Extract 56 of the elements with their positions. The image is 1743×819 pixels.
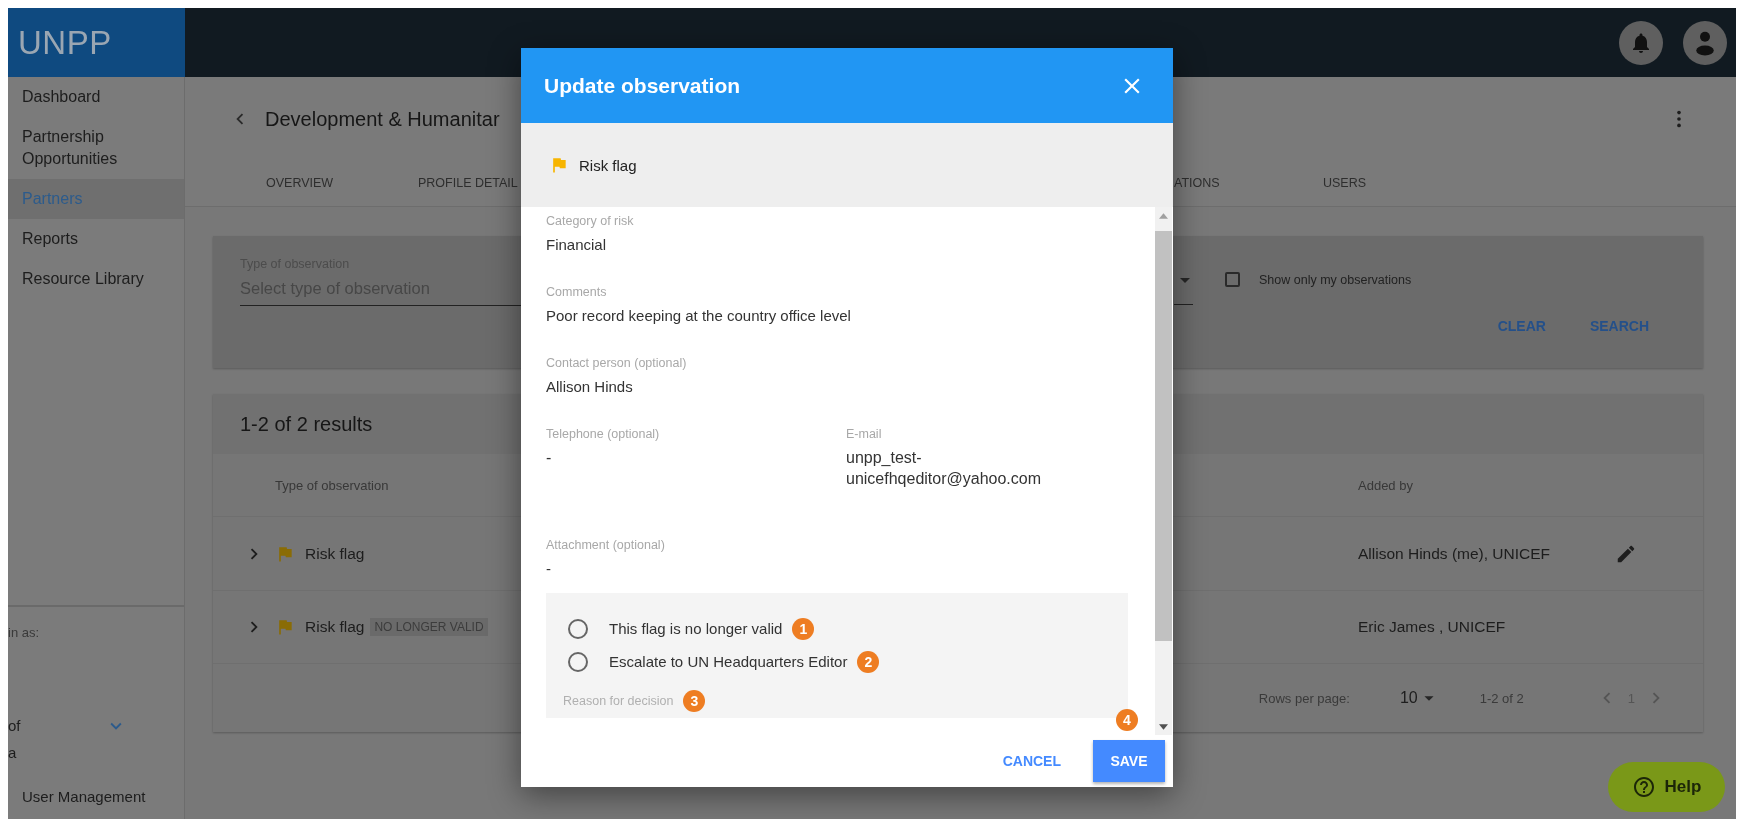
field-label: Attachment (optional) <box>546 537 666 553</box>
rows-per-page-label: Rows per page: <box>1258 690 1350 706</box>
field-value: Financial <box>546 235 608 255</box>
tab[interactable]: ATIONS <box>1174 172 1220 196</box>
page-range: 1-2 of 2 <box>1479 690 1524 706</box>
scrollbar[interactable] <box>1155 207 1172 735</box>
help-icon <box>1631 775 1656 799</box>
radio-label: Escalate to UN Headquarters Editor <box>609 653 848 670</box>
notifications-button[interactable] <box>1619 20 1663 65</box>
nav-item[interactable]: User Management <box>8 780 184 813</box>
organization-name: a <box>8 743 18 763</box>
field-label: E-mail <box>846 426 883 442</box>
dialog-title: Update observation <box>544 73 741 98</box>
tab[interactable]: USERS <box>1323 172 1367 196</box>
radio-button[interactable] <box>568 618 588 639</box>
account-label: in as: <box>8 624 41 640</box>
rows-per-page-value[interactable]: 10 <box>1399 689 1418 707</box>
field-label: Reason for decision <box>563 694 674 708</box>
save-button[interactable]: SAVE <box>1093 740 1165 782</box>
step-marker: 1 <box>792 617 815 640</box>
step-marker: 4 <box>1116 709 1138 731</box>
radio-button[interactable] <box>568 651 588 672</box>
nav-item[interactable]: Dashboard <box>8 77 184 117</box>
scroll-up-icon[interactable] <box>1159 212 1168 219</box>
field-label: Telephone (optional) <box>546 426 661 442</box>
help-button[interactable]: Help <box>1608 762 1725 812</box>
radio-label: This flag is no longer valid <box>609 620 783 637</box>
field-label: Category of risk <box>546 213 635 229</box>
scroll-down-icon[interactable] <box>1159 723 1168 730</box>
nav-item[interactable]: Resource Library <box>8 259 184 299</box>
added-by: Allison Hinds (me), UNICEF <box>1358 544 1552 563</box>
app-logo: UNPP <box>18 23 112 62</box>
field-value: Poor record keeping at the country office level <box>546 306 852 326</box>
field-label: Contact person (optional) <box>546 355 688 371</box>
observation-type: Risk flag <box>579 156 637 174</box>
tab[interactable]: OVERVIEW <box>266 172 334 196</box>
page-title: Development & Humanitar <box>265 107 500 131</box>
observation-type: Risk flag <box>305 618 365 636</box>
field-value: - <box>546 559 552 579</box>
observation-type: Risk flag <box>305 544 365 563</box>
cancel-button[interactable]: CANCEL <box>994 743 1069 779</box>
dropdown-arrow-icon <box>1180 277 1190 283</box>
account-button[interactable] <box>1683 20 1727 65</box>
column-header: Added by <box>1358 477 1413 493</box>
checkbox-label: Show only my observations <box>1259 272 1412 287</box>
checkbox[interactable] <box>1225 272 1240 287</box>
nav-item[interactable]: Partnership Opportunities <box>8 117 184 179</box>
step-marker: 3 <box>683 690 706 712</box>
field-label: Comments <box>546 284 608 300</box>
step-marker: 2 <box>857 650 880 673</box>
tab[interactable]: PROFILE DETAIL <box>418 172 518 196</box>
added-by: Eric James , UNICEF <box>1358 618 1507 636</box>
organization-name: of <box>8 716 22 736</box>
nav-item[interactable]: Reports <box>8 219 184 259</box>
column-header: Type of observation <box>275 477 389 493</box>
field-value: Allison Hinds <box>546 377 634 397</box>
